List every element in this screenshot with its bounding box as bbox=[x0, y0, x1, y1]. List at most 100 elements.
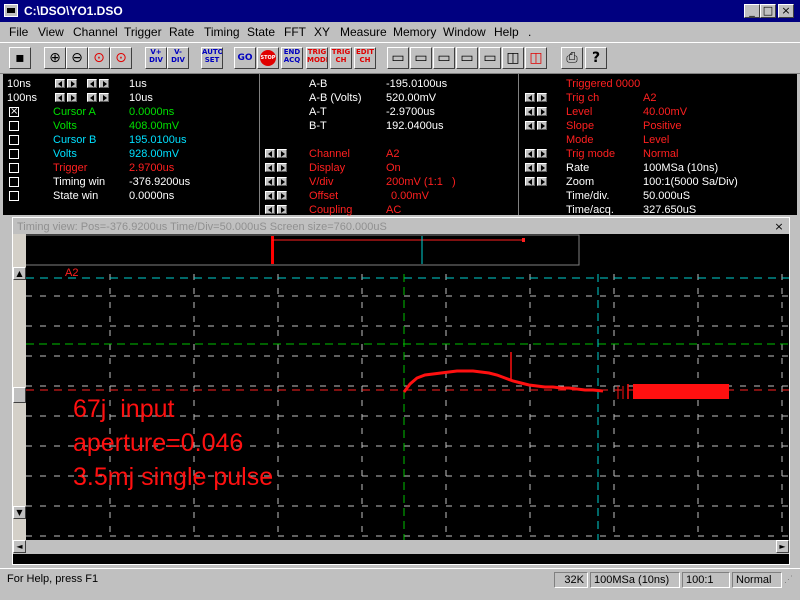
menu-help[interactable]: Help bbox=[494, 25, 519, 39]
time-minus-button[interactable]: ⊙ bbox=[110, 47, 132, 69]
arrow-right-button[interactable] bbox=[277, 191, 287, 200]
rate-value: 100MSa (10ns) bbox=[643, 162, 719, 174]
scroll-thumb[interactable] bbox=[13, 387, 26, 403]
save-button[interactable]: ▪ bbox=[9, 47, 31, 69]
menu-xy[interactable]: XY bbox=[314, 25, 330, 39]
volts-b-checkbox[interactable] bbox=[9, 149, 19, 159]
arrow-left-button[interactable] bbox=[525, 177, 535, 186]
scroll-right-button[interactable]: ► bbox=[776, 540, 789, 553]
menu-file[interactable]: File bbox=[9, 25, 28, 39]
vertical-scrollbar[interactable]: ▲ ▼ bbox=[13, 234, 26, 540]
arrow-right-button[interactable] bbox=[277, 205, 287, 214]
volts-a-checkbox[interactable] bbox=[9, 121, 19, 131]
arrow-left-button[interactable] bbox=[525, 149, 535, 158]
arrow-right-button[interactable] bbox=[67, 79, 77, 88]
arrow-right-button[interactable] bbox=[99, 79, 109, 88]
arrow-right-button[interactable] bbox=[537, 149, 547, 158]
view-timing-button[interactable]: ▭ bbox=[387, 47, 409, 69]
level-label: Level bbox=[566, 106, 593, 118]
menu-timing[interactable]: Timing bbox=[204, 25, 240, 39]
arrow-left-button[interactable] bbox=[525, 121, 535, 130]
arrow-left-button[interactable] bbox=[525, 93, 535, 102]
end-acquisition-button[interactable]: END ACQ bbox=[281, 47, 303, 69]
arrow-left-button[interactable] bbox=[265, 205, 275, 214]
print-button[interactable]: ⎙ bbox=[561, 47, 583, 69]
arrow-left-button[interactable] bbox=[265, 191, 275, 200]
zoom-in-button[interactable]: ⊕ bbox=[44, 47, 66, 69]
stop-sign-icon: STOP bbox=[260, 50, 276, 66]
arrow-right-button[interactable] bbox=[99, 93, 109, 102]
arrow-left-button[interactable] bbox=[525, 107, 535, 116]
arrow-left-button[interactable] bbox=[265, 177, 275, 186]
view-state-button[interactable]: ▭ bbox=[410, 47, 432, 69]
auto-set-button[interactable]: AUTO SET bbox=[201, 47, 223, 69]
annotation-line-1: 67j input bbox=[73, 395, 175, 423]
minimize-button[interactable]: _ bbox=[744, 4, 760, 18]
menu-extra[interactable]: . bbox=[528, 25, 531, 39]
arrow-right-button[interactable] bbox=[277, 163, 287, 172]
menu-rate[interactable]: Rate bbox=[169, 25, 194, 39]
window-icon: ▭ bbox=[483, 50, 497, 66]
arrow-left-button[interactable] bbox=[55, 93, 65, 102]
state-win-checkbox[interactable] bbox=[9, 191, 19, 201]
trigger-mode-button[interactable]: TRIG MODE bbox=[306, 47, 328, 69]
arrow-right-button[interactable] bbox=[67, 93, 77, 102]
time-plus-button[interactable]: ⊙ bbox=[88, 47, 110, 69]
timing-win-checkbox[interactable] bbox=[9, 177, 19, 187]
arrow-right-button[interactable] bbox=[277, 149, 287, 158]
menu-state[interactable]: State bbox=[247, 25, 275, 39]
arrow-right-button[interactable] bbox=[537, 121, 547, 130]
slope-label: Slope bbox=[566, 120, 595, 132]
arrow-right-button[interactable] bbox=[537, 107, 547, 116]
trigger-channel-button[interactable]: TRIG CH bbox=[330, 47, 352, 69]
menu-memory[interactable]: Memory bbox=[393, 25, 436, 39]
cursor-a-checkbox[interactable]: × bbox=[9, 107, 19, 117]
volts-minus-div-button[interactable]: V- DIV bbox=[167, 47, 189, 69]
arrow-right-button[interactable] bbox=[277, 177, 287, 186]
timing-view-window[interactable]: Timing view: Pos=-376.9200us Time/Div=50… bbox=[12, 217, 790, 565]
close-button[interactable]: × bbox=[778, 4, 794, 18]
menu-bar: File View Channel Trigger Rate Timing St… bbox=[0, 22, 800, 42]
menu-window[interactable]: Window bbox=[443, 25, 486, 39]
menu-channel[interactable]: Channel bbox=[73, 25, 118, 39]
scope-display[interactable]: A2 67j input aperture=0.046 3.5mj single… bbox=[13, 234, 789, 564]
menu-trigger[interactable]: Trigger bbox=[124, 25, 162, 39]
arrow-left-button[interactable] bbox=[55, 79, 65, 88]
cursor-b-checkbox[interactable] bbox=[9, 135, 19, 145]
arrow-left-button[interactable] bbox=[525, 163, 535, 172]
scroll-down-button[interactable]: ▼ bbox=[13, 506, 26, 519]
menu-measure[interactable]: Measure bbox=[340, 25, 387, 39]
status-mode: Normal bbox=[732, 572, 782, 588]
menu-fft[interactable]: FFT bbox=[284, 25, 306, 39]
edit-channel-button[interactable]: EDIT CH bbox=[354, 47, 376, 69]
arrow-left-button[interactable] bbox=[265, 149, 275, 158]
zoom-value: 100:1(5000 Sa/Div) bbox=[643, 176, 738, 188]
timing-view-close-button[interactable]: × bbox=[773, 221, 785, 233]
trigger-checkbox[interactable] bbox=[9, 163, 19, 173]
horizontal-scrollbar[interactable]: ◄ ► bbox=[13, 540, 789, 554]
view-split-button[interactable]: ◫ bbox=[502, 47, 524, 69]
go-button[interactable]: GO bbox=[234, 47, 256, 69]
arrow-left-button[interactable] bbox=[87, 79, 97, 88]
arrow-left-button[interactable] bbox=[87, 93, 97, 102]
help-button[interactable]: ? bbox=[585, 47, 607, 69]
view-xy-button[interactable]: ▭ bbox=[456, 47, 478, 69]
view-fft-button[interactable]: ▭ bbox=[433, 47, 455, 69]
volts-per-div-label: V/div bbox=[309, 176, 334, 188]
zoom-out-button[interactable]: ⊖ bbox=[66, 47, 88, 69]
volts-per-div-value: 200mV (1:1 ) bbox=[386, 176, 456, 188]
view-split-red-button[interactable]: ◫ bbox=[525, 47, 547, 69]
volts-plus-div-button[interactable]: V+ DIV bbox=[145, 47, 167, 69]
arrow-right-button[interactable] bbox=[537, 163, 547, 172]
maximize-button[interactable]: □ bbox=[760, 4, 776, 18]
size-grip-icon[interactable]: ⋰ bbox=[784, 574, 798, 588]
scroll-left-button[interactable]: ◄ bbox=[13, 540, 26, 553]
view-measure-button[interactable]: ▭ bbox=[479, 47, 501, 69]
stop-button[interactable]: STOP bbox=[257, 47, 279, 69]
menu-view[interactable]: View bbox=[38, 25, 64, 39]
app-icon[interactable] bbox=[4, 4, 18, 17]
arrow-right-button[interactable] bbox=[537, 177, 547, 186]
arrow-right-button[interactable] bbox=[537, 93, 547, 102]
arrow-left-button[interactable] bbox=[265, 163, 275, 172]
scroll-up-button[interactable]: ▲ bbox=[13, 267, 26, 280]
